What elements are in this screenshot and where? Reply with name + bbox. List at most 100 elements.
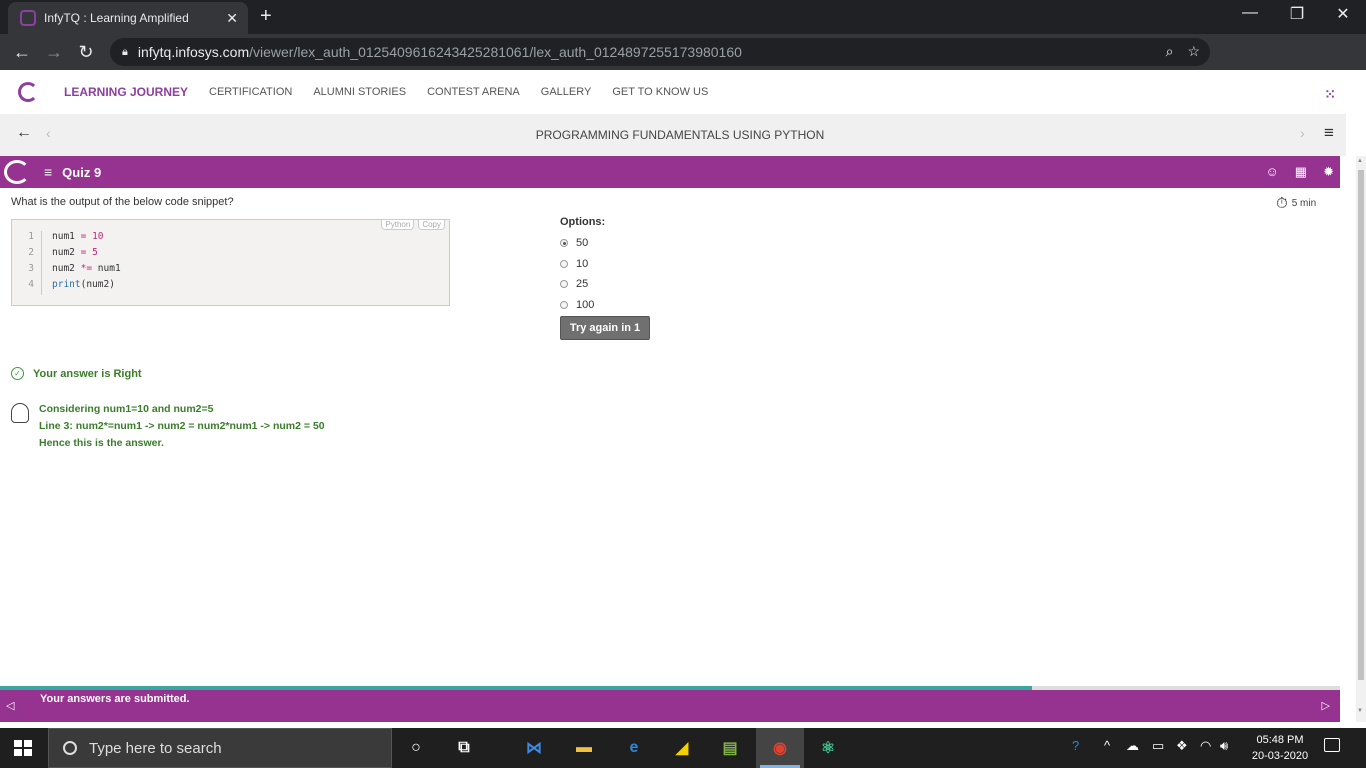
task-view-icon[interactable]: ⧉ — [452, 736, 476, 760]
radio[interactable] — [560, 259, 568, 268]
onedrive-icon[interactable]: ☁ — [1126, 738, 1139, 754]
chrome-icon[interactable]: ◉ — [768, 736, 792, 760]
tab-close-icon[interactable]: ✕ — [226, 10, 238, 27]
file-explorer-icon[interactable]: ▬ — [572, 736, 596, 760]
site-header: LEARNING JOURNEY CERTIFICATION ALUMNI ST… — [0, 70, 1356, 114]
stopwatch-icon: ⏱ — [1276, 195, 1288, 212]
help-icon[interactable]: ? — [1072, 738, 1079, 753]
clock-time: 05:48 PM — [1256, 734, 1304, 746]
tab-title: InfyTQ : Learning Amplified — [44, 11, 189, 25]
edge-icon[interactable]: e — [622, 736, 646, 760]
clock-date: 20-03-2020 — [1251, 750, 1309, 762]
language-tag: Python — [381, 220, 415, 230]
scroll-up-icon[interactable]: ▲ — [1357, 158, 1363, 164]
back-arrow-icon[interactable]: ← — [6, 42, 38, 63]
system-clock[interactable]: 05:48 PM 20-03-2020 — [1240, 732, 1320, 764]
explanation-line: Line 3: num2*=num1 -> num2 = num2*num1 -… — [39, 420, 325, 432]
course-bar: ← ‹ PROGRAMMING FUNDAMENTALS USING PYTHO… — [0, 114, 1346, 156]
option-50[interactable]: 50 — [560, 233, 605, 254]
course-menu-icon[interactable]: ≡ — [1324, 123, 1334, 143]
option-25[interactable]: 25 — [560, 274, 605, 295]
option-100[interactable]: 100 — [560, 295, 605, 316]
cortana-icon[interactable]: ○ — [404, 736, 428, 760]
result-message: ✓ Your answer is Right — [11, 367, 142, 380]
explanation: Considering num1=10 and num2=5 Line 3: n… — [11, 403, 325, 454]
quiz-timer: ⏱ 5 min — [1276, 195, 1316, 212]
url-input[interactable]: 🔒︎ infytq.infosys.com /viewer/lex_auth_0… — [110, 38, 1210, 66]
course-title: PROGRAMMING FUNDAMENTALS USING PYTHON — [535, 128, 825, 142]
bookmark-star-icon[interactable]: ☆ — [1187, 43, 1200, 60]
quiz-header: ≡ Quiz 9 ☺ ▦ ✹ — [0, 156, 1340, 188]
lock-icon: 🔒︎ — [122, 45, 128, 58]
notepad-icon[interactable]: ▤ — [718, 736, 742, 760]
status-next-icon[interactable]: ▷ — [1322, 699, 1330, 712]
vscode-icon[interactable]: ⋈ — [522, 736, 546, 760]
new-tab-button[interactable]: + — [260, 5, 272, 28]
radio[interactable] — [560, 300, 568, 309]
nav-contest-arena[interactable]: CONTEST ARENA — [427, 86, 520, 98]
calendar-icon[interactable]: ▦ — [1295, 164, 1307, 180]
code-line: 1 num1 = 10 — [12, 231, 104, 247]
windows-start-icon[interactable] — [14, 740, 32, 756]
battery-icon[interactable]: ▭ — [1152, 738, 1164, 754]
zoom-icon[interactable]: ⌕ — [1166, 43, 1174, 60]
minimize-button[interactable]: — — [1235, 4, 1265, 22]
options-group: Options: 50 10 25 100 — [560, 216, 605, 315]
infytq-logo-icon — [4, 160, 30, 184]
page-scrollbar[interactable]: ▲ ▼ — [1356, 156, 1366, 722]
taskbar-search-input[interactable]: Type here to search — [48, 728, 392, 768]
scrollbar-thumb[interactable] — [1358, 170, 1364, 680]
infytq-logo[interactable] — [18, 80, 48, 104]
copy-code-button[interactable]: Copy — [418, 220, 445, 230]
code-snippet: Python Copy 1 num1 = 10 2 num2 = 5 3 num… — [11, 219, 450, 306]
windows-taskbar: Type here to search ○ ⧉ ⋈ ▬ e ◢ ▤ ◉ ⚛ ? … — [0, 728, 1366, 768]
nav-get-to-know-us[interactable]: GET TO KNOW US — [612, 86, 708, 98]
status-message: Your answers are submitted. — [40, 693, 190, 705]
browser-tab-bar: InfyTQ : Learning Amplified ✕ + — ❐ ✕ — [0, 0, 1366, 34]
nav-gallery[interactable]: GALLERY — [541, 86, 592, 98]
toc-menu-icon[interactable]: ≡ — [44, 164, 52, 180]
forward-arrow-icon[interactable]: → — [38, 42, 70, 63]
nav-learning-journey[interactable]: LEARNING JOURNEY — [64, 85, 188, 99]
check-circle-icon: ✓ — [11, 367, 24, 380]
code-line: 3 num2 *= num1 — [12, 263, 121, 279]
next-chevron-icon[interactable]: › — [1300, 125, 1305, 141]
nav-certification[interactable]: CERTIFICATION — [209, 86, 292, 98]
radio[interactable] — [560, 280, 568, 289]
thinking-head-icon — [11, 403, 29, 423]
options-label: Options: — [560, 216, 606, 228]
maximize-button[interactable]: ❐ — [1282, 4, 1312, 24]
explanation-line: Considering num1=10 and num2=5 — [39, 403, 214, 415]
radio-selected[interactable] — [560, 239, 568, 248]
quiz-title: Quiz 9 — [62, 164, 102, 180]
question-text: What is the output of the below code sni… — [11, 196, 234, 208]
option-10[interactable]: 10 — [560, 254, 605, 275]
infytq-favicon-icon — [20, 10, 36, 26]
status-bar: ◁ Your answers are submitted. ▷ — [0, 690, 1340, 722]
timer-value: 5 min — [1291, 198, 1317, 209]
url-path: /viewer/lex_auth_01254096162434252810​61… — [249, 44, 742, 60]
settings-gear-icon[interactable]: ✹ — [1323, 164, 1334, 180]
volume-icon[interactable]: 🔊︎ — [1220, 738, 1228, 754]
sticky-notes-icon[interactable]: ◢ — [670, 736, 694, 760]
apps-grid-icon[interactable]: ⁙ — [1324, 86, 1336, 103]
reload-icon[interactable]: ↻ — [70, 42, 102, 63]
explanation-line: Hence this is the answer. — [39, 437, 164, 449]
status-prev-icon[interactable]: ◁ — [6, 699, 14, 712]
nav-alumni-stories[interactable]: ALUMNI STORIES — [313, 86, 406, 98]
url-host: infytq.infosys.com — [137, 44, 250, 60]
notification-center-icon[interactable] — [1324, 738, 1340, 752]
try-again-button[interactable]: Try again in 1 — [560, 316, 650, 340]
code-line: 4 print(num2) — [12, 279, 115, 295]
browser-tab[interactable]: InfyTQ : Learning Amplified ✕ — [8, 2, 248, 34]
tray-chevron-icon[interactable]: ^ — [1104, 738, 1110, 753]
scroll-down-icon[interactable]: ▼ — [1357, 708, 1363, 714]
atom-icon[interactable]: ⚛ — [816, 736, 840, 760]
wifi-icon[interactable]: ◠ — [1200, 738, 1211, 754]
search-icon — [63, 741, 77, 755]
dropbox-icon[interactable]: ❖ — [1176, 738, 1188, 754]
code-line: 2 num2 = 5 — [12, 247, 98, 263]
feedback-smiley-icon[interactable]: ☺ — [1266, 164, 1279, 180]
address-bar: ← → ↻ 🔒︎ infytq.infosys.com /viewer/lex_… — [0, 34, 1366, 97]
window-close-button[interactable]: ✕ — [1328, 4, 1358, 24]
